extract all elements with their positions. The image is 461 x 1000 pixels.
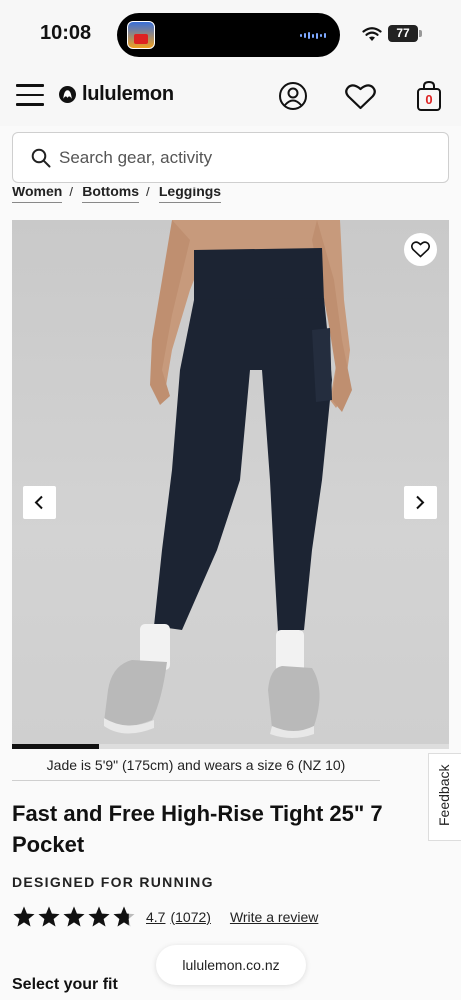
battery-icon: 77 (388, 25, 422, 42)
write-review-link[interactable]: Write a review (230, 909, 318, 925)
designed-for-label: DESIGNED FOR RUNNING (12, 874, 214, 890)
product-image-gallery[interactable] (12, 220, 449, 745)
feedback-label: Feedback (436, 764, 452, 826)
shopping-bag-icon[interactable]: 0 (415, 80, 443, 112)
status-time: 10:08 (40, 22, 92, 44)
browser-url-pill[interactable]: lululemon.co.nz (156, 945, 306, 985)
search-icon (31, 148, 51, 168)
logo-text[interactable]: lululemon (82, 83, 174, 106)
breadcrumb-bottoms[interactable]: Bottoms (82, 187, 139, 203)
status-bar: 10:08 77 (0, 0, 461, 66)
wishlist-heart-icon[interactable] (345, 83, 376, 110)
site-header: lululemon 0 (0, 66, 461, 126)
product-title: Fast and Free High-Rise Tight 25" 7 Pock… (12, 801, 383, 857)
hamburger-menu-icon[interactable] (16, 84, 44, 106)
rating-value-link[interactable]: 4.7 (146, 909, 165, 925)
search-bar[interactable] (12, 132, 449, 183)
breadcrumb-separator: / (145, 187, 150, 199)
review-count-link[interactable]: (1072) (170, 909, 210, 925)
breadcrumb: Women / Bottoms / Leggings (12, 187, 222, 213)
audio-wave-icon (300, 32, 326, 39)
breadcrumb-women[interactable]: Women (12, 187, 63, 203)
chevron-right-icon (416, 495, 425, 510)
search-input[interactable] (59, 133, 439, 182)
star-icon (88, 906, 110, 927)
lululemon-logo-icon[interactable] (59, 86, 76, 103)
previous-image-button[interactable] (23, 486, 56, 519)
star-rating (12, 905, 136, 929)
star-icon (38, 906, 60, 927)
rating-row: 4.7 (1072) Write a review (12, 904, 318, 930)
bag-count-badge: 0 (425, 92, 433, 107)
star-icon (13, 906, 35, 927)
star-icon (63, 906, 85, 927)
star-icon (113, 906, 135, 927)
model-size-note: Jade is 5'9" (175cm) and wears a size 6 … (12, 757, 380, 781)
live-activity-app-icon (127, 21, 155, 49)
gallery-progress-bar (12, 744, 449, 749)
add-to-wishlist-button[interactable] (404, 233, 437, 266)
heart-outline-icon (411, 241, 430, 258)
breadcrumb-separator: / (69, 187, 74, 199)
wifi-icon (362, 27, 382, 41)
dynamic-island (117, 13, 340, 57)
gallery-progress-fill (12, 744, 100, 749)
breadcrumb-leggings[interactable]: Leggings (158, 187, 222, 203)
account-icon[interactable] (278, 81, 308, 111)
next-image-button[interactable] (404, 486, 437, 519)
select-fit-heading: Select your fit (12, 976, 118, 993)
chevron-left-icon (34, 495, 43, 510)
product-photo-leggings (104, 220, 352, 738)
feedback-tab[interactable]: Feedback (428, 753, 461, 841)
